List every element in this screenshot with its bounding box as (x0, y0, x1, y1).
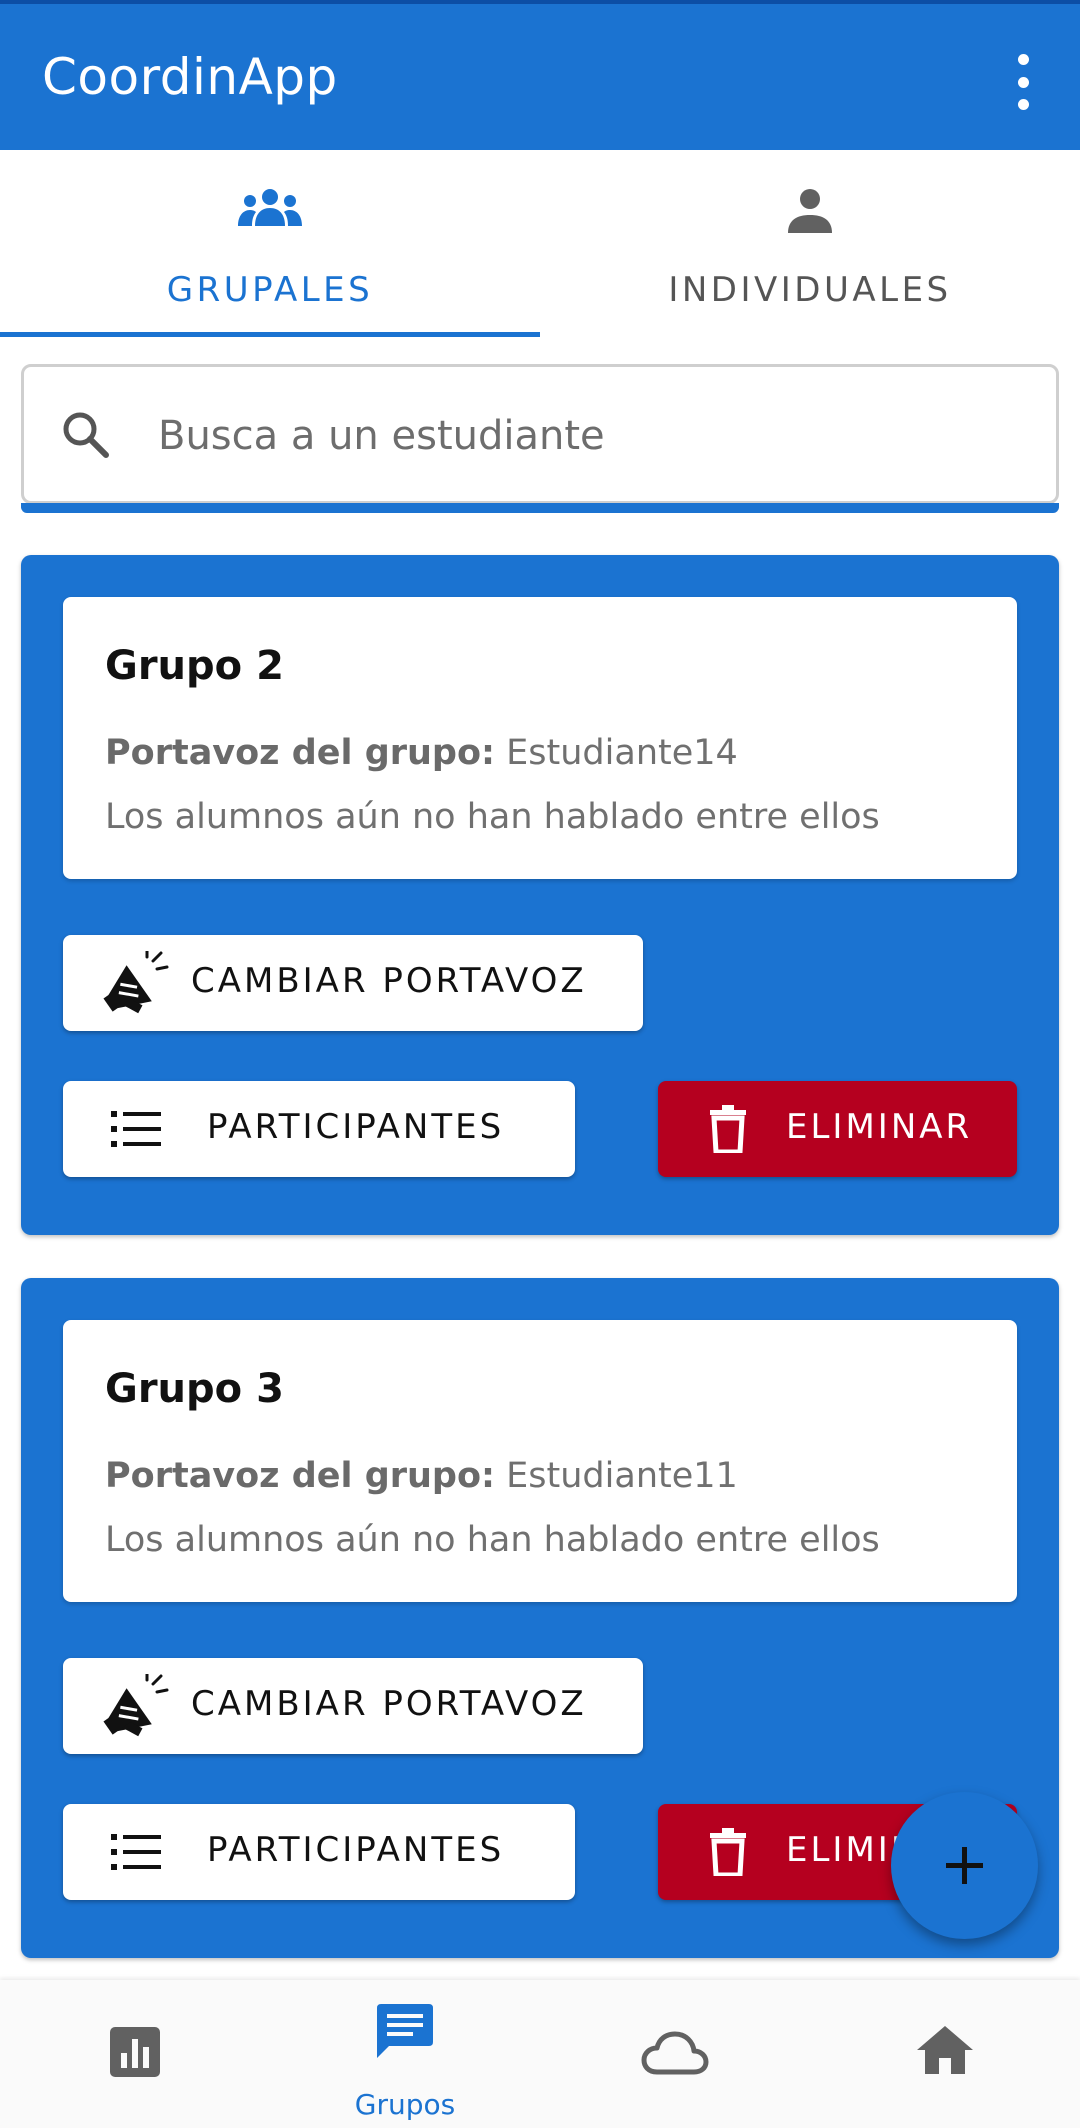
list-icon (111, 1834, 161, 1870)
bottom-navigation: Grupos (0, 1980, 1080, 2128)
group-card: Grupo 2 Portavoz del grupo: Estudiante14… (21, 555, 1059, 1235)
delete-button[interactable]: ELIMINAR (658, 1081, 1017, 1177)
app-bar: CoordinApp (0, 0, 1080, 150)
change-speaker-label: CAMBIAR PORTAVOZ (191, 1684, 587, 1724)
group-title: Grupo 3 (105, 1366, 284, 1412)
home-icon (917, 2026, 973, 2074)
group-status: Los alumnos aún no han hablado entre ell… (105, 1520, 880, 1560)
tab-individuales[interactable]: INDIVIDUALES (540, 150, 1080, 340)
nav-item-grupos-label: Grupos (354, 2088, 456, 2121)
add-icon (946, 1847, 983, 1884)
cloud-icon (641, 2031, 709, 2075)
participants-button[interactable]: PARTICIPANTES (63, 1804, 575, 1900)
speaker-label: Portavoz del grupo: (105, 733, 496, 773)
megaphone-icon (103, 1674, 169, 1737)
search-input[interactable] (158, 397, 1018, 475)
speaker-label: Portavoz del grupo: (105, 1456, 496, 1496)
person-icon (788, 189, 832, 233)
more-vert-icon[interactable] (1010, 54, 1036, 110)
tab-indicator (0, 332, 540, 337)
tab-grupales[interactable]: GRUPALES (0, 150, 540, 340)
group-title: Grupo 2 (105, 643, 284, 689)
delete-label: ELIMINAR (786, 1107, 973, 1147)
group-speaker: Portavoz del grupo: Estudiante11 (105, 1456, 738, 1496)
tab-individuales-label: INDIVIDUALES (668, 270, 952, 310)
nav-item-home[interactable] (810, 1980, 1080, 2128)
megaphone-icon (103, 951, 169, 1014)
add-group-fab[interactable] (891, 1792, 1038, 1939)
nav-item-cloud[interactable] (540, 1980, 810, 2128)
group-speaker: Portavoz del grupo: Estudiante14 (105, 733, 738, 773)
trash-icon (710, 1828, 746, 1876)
change-speaker-label: CAMBIAR PORTAVOZ (191, 961, 587, 1001)
search-icon (63, 412, 109, 458)
group-status: Los alumnos aún no han hablado entre ell… (105, 797, 880, 837)
search-box (21, 364, 1059, 504)
change-speaker-button[interactable]: CAMBIAR PORTAVOZ (63, 1658, 643, 1754)
trash-icon (710, 1105, 746, 1153)
speaker-name: Estudiante11 (506, 1456, 738, 1496)
speaker-name: Estudiante14 (506, 733, 738, 773)
app-title: CoordinApp (42, 48, 338, 106)
chat-icon (377, 2004, 433, 2058)
previous-card-edge (21, 503, 1059, 513)
nav-item-grupos[interactable]: Grupos (270, 1980, 540, 2128)
group-info-card: Grupo 3 Portavoz del grupo: Estudiante11… (63, 1320, 1017, 1602)
group-icon (238, 189, 302, 226)
group-info-card: Grupo 2 Portavoz del grupo: Estudiante14… (63, 597, 1017, 879)
list-icon (111, 1111, 161, 1147)
participants-button[interactable]: PARTICIPANTES (63, 1081, 575, 1177)
change-speaker-button[interactable]: CAMBIAR PORTAVOZ (63, 935, 643, 1031)
bar-chart-icon (110, 2027, 160, 2077)
nav-item-stats[interactable] (0, 1980, 270, 2128)
tab-bar: GRUPALES INDIVIDUALES (0, 150, 1080, 340)
participants-label: PARTICIPANTES (207, 1107, 505, 1147)
participants-label: PARTICIPANTES (207, 1830, 505, 1870)
tab-grupales-label: GRUPALES (166, 270, 374, 310)
